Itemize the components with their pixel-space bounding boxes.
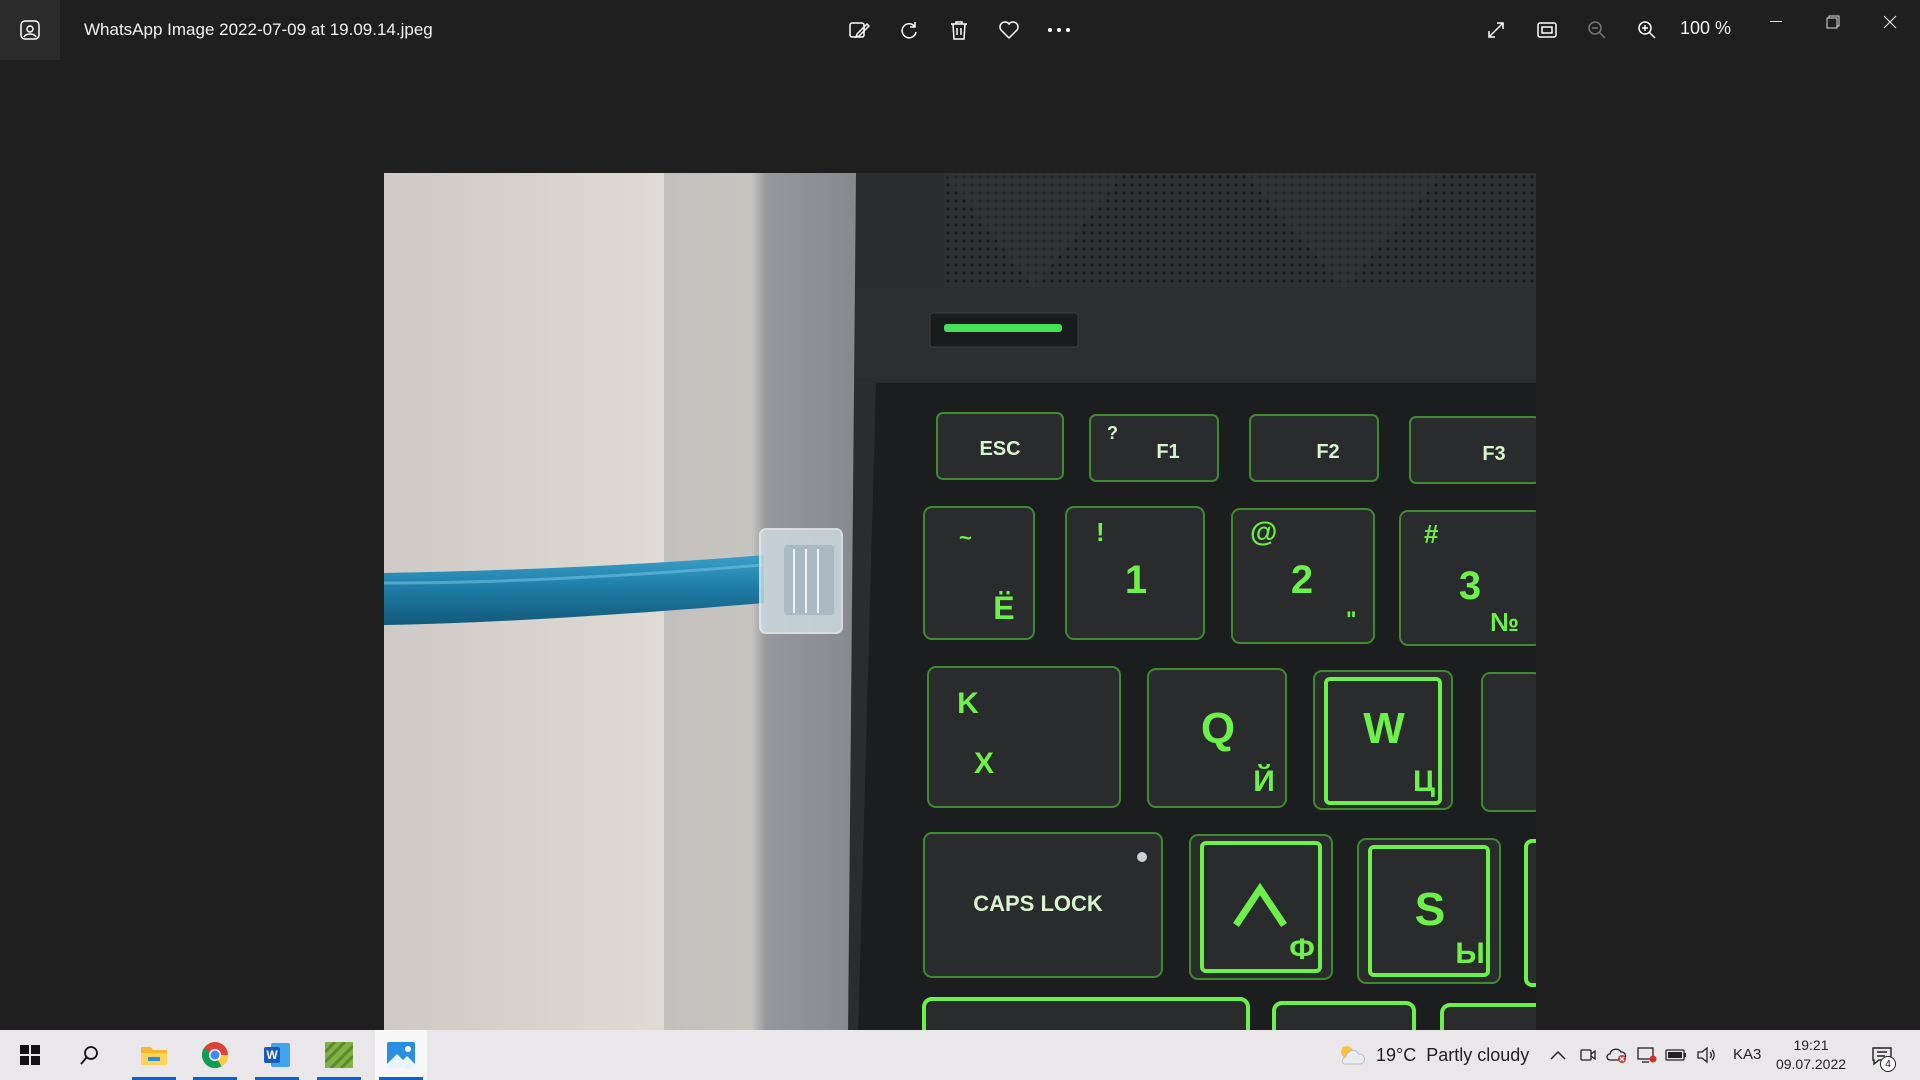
key-three-alt: # [1424, 519, 1439, 549]
green-app-icon[interactable] [313, 1030, 365, 1080]
key-three-ru: № [1490, 607, 1519, 637]
key-one-alt: ! [1096, 517, 1105, 547]
zoom-level[interactable]: 100 % [1680, 18, 1731, 39]
close-icon[interactable] [1860, 0, 1920, 44]
key-q: Q [1201, 704, 1235, 753]
key-f2: F2 [1316, 441, 1339, 463]
edit-image-icon[interactable] [841, 12, 877, 48]
network-icon[interactable] [1636, 1044, 1658, 1066]
restore-icon[interactable] [1803, 0, 1863, 44]
key-f1-alt: ? [1107, 423, 1118, 443]
full-screen-icon[interactable] [1478, 12, 1514, 48]
key-a-ru: Ф [1289, 933, 1315, 966]
key-s-ru: Ы [1455, 937, 1484, 970]
rotate-icon[interactable] [891, 12, 927, 48]
partly-cloudy-icon [1341, 1046, 1366, 1065]
minimize-icon[interactable] [1746, 0, 1806, 44]
notifications-icon[interactable]: 4 [1862, 1038, 1902, 1074]
key-s: S [1415, 883, 1446, 935]
key-f3: F3 [1482, 443, 1505, 465]
search-icon[interactable] [64, 1030, 116, 1080]
photo: ESC ? F1 F2 F3 ~ Ё ! 1 @ 2 " # 3 № K X Q… [384, 173, 1536, 1037]
fit-to-window-icon[interactable] [1529, 12, 1565, 48]
clock-date: 09.07.2022 [1775, 1056, 1847, 1072]
key-q-ru: Й [1253, 764, 1275, 798]
word-icon[interactable]: W [251, 1030, 303, 1080]
key-w: W [1363, 704, 1405, 753]
volume-icon[interactable] [1695, 1044, 1717, 1066]
key-tilde: ~ [959, 525, 972, 550]
key-tab-bottom: X [974, 747, 994, 780]
clock[interactable]: 19:21 09.07.2022 [1766, 1036, 1856, 1074]
key-one: 1 [1125, 558, 1147, 602]
input-language[interactable]: KA3 [1733, 1046, 1761, 1063]
image-canvas[interactable]: ESC ? F1 F2 F3 ~ Ё ! 1 @ 2 " # 3 № K X Q… [0, 60, 1920, 1037]
svg-text:W: W [266, 1048, 278, 1062]
battery-icon[interactable] [1665, 1044, 1687, 1066]
key-two-ru: " [1346, 607, 1356, 632]
photos-app-icon[interactable] [0, 0, 60, 60]
key-esc: ESC [979, 438, 1020, 460]
weather-widget[interactable]: 19°C Partly cloudy [1336, 1030, 1529, 1080]
key-tab-top: K [957, 687, 979, 720]
key-caps-lock: CAPS LOCK [973, 891, 1103, 916]
weather-description: Partly cloudy [1426, 1044, 1530, 1065]
title-bar: WhatsApp Image 2022-07-09 at 19.09.14.jp… [0, 0, 1920, 60]
taskbar: W 19°C Partly cloudy KA3 19:21 09.07.202… [0, 1030, 1920, 1080]
meet-now-icon[interactable] [1577, 1044, 1599, 1066]
chevron-up-icon[interactable] [1547, 1044, 1569, 1066]
weather-temperature: 19°C [1376, 1044, 1417, 1065]
onedrive-error-icon[interactable] [1606, 1044, 1628, 1066]
file-explorer-icon[interactable] [128, 1030, 180, 1080]
key-two: 2 [1291, 558, 1313, 602]
zoom-in-icon[interactable] [1629, 12, 1665, 48]
chrome-icon[interactable] [189, 1030, 241, 1080]
key-f1: F1 [1156, 441, 1179, 463]
delete-icon[interactable] [941, 12, 977, 48]
clock-time: 19:21 [1793, 1037, 1829, 1053]
photos-icon[interactable] [375, 1030, 427, 1080]
notification-count: 4 [1880, 1056, 1896, 1072]
key-w-ru: Ц [1413, 765, 1435, 798]
zoom-out-icon[interactable] [1579, 12, 1615, 48]
more-icon[interactable] [1041, 12, 1077, 48]
favorite-icon[interactable] [991, 12, 1027, 48]
key-three: 3 [1459, 564, 1481, 608]
key-two-alt: @ [1250, 516, 1277, 547]
key-tilde-ru: Ё [993, 590, 1014, 626]
file-name: WhatsApp Image 2022-07-09 at 19.09.14.jp… [84, 20, 433, 39]
start-icon[interactable] [4, 1030, 56, 1080]
